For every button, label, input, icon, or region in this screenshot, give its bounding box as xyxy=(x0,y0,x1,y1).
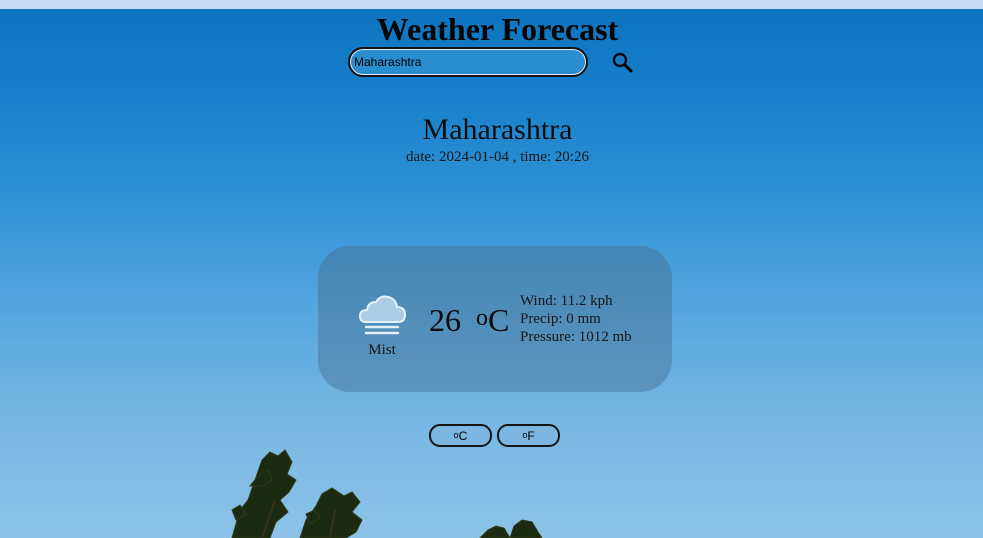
temperature: 26 oC xyxy=(429,302,509,339)
date-label: date: xyxy=(406,149,436,165)
time-value: 20:26 xyxy=(554,149,589,165)
fahrenheit-degree: o xyxy=(522,429,528,440)
date-time: date: 2024-01-04 , time: 20:26 xyxy=(6,148,983,166)
pressure-value: Pressure: 1012 mb xyxy=(520,329,632,345)
fahrenheit-letter: F xyxy=(527,428,535,443)
celsius-degree: o xyxy=(453,429,459,440)
cloud-mist-icon xyxy=(358,295,407,335)
search-icon xyxy=(612,52,633,73)
search-input[interactable] xyxy=(348,47,588,77)
pine-tree-image xyxy=(231,449,543,538)
temperature-value: 26 xyxy=(429,302,461,338)
weather-details: Wind: 11.2 kph Precip: 0 mm Pressure: 10… xyxy=(520,292,632,346)
wind-value: Wind: 11.2 kph xyxy=(520,293,613,309)
fahrenheit-button[interactable]: oF xyxy=(497,424,560,447)
browser-top-strip xyxy=(0,0,983,9)
precip-value: Precip: 0 mm xyxy=(520,311,601,327)
page-title: Weather Forecast xyxy=(376,11,619,47)
degree-symbol: o xyxy=(476,305,488,331)
city-name: Maharashtra xyxy=(422,113,573,146)
time-label: , time: xyxy=(512,149,552,165)
celsius-button[interactable]: oC xyxy=(429,424,492,447)
weather-card: Mist 26 oC Wind: 11.2 kph Precip: 0 mm P… xyxy=(318,246,672,392)
search-button[interactable] xyxy=(610,51,636,75)
celsius-letter: C xyxy=(458,428,468,443)
condition-text: Mist xyxy=(368,342,396,358)
date-value: 2024-01-04 xyxy=(438,149,509,165)
temperature-unit: C xyxy=(488,302,510,338)
